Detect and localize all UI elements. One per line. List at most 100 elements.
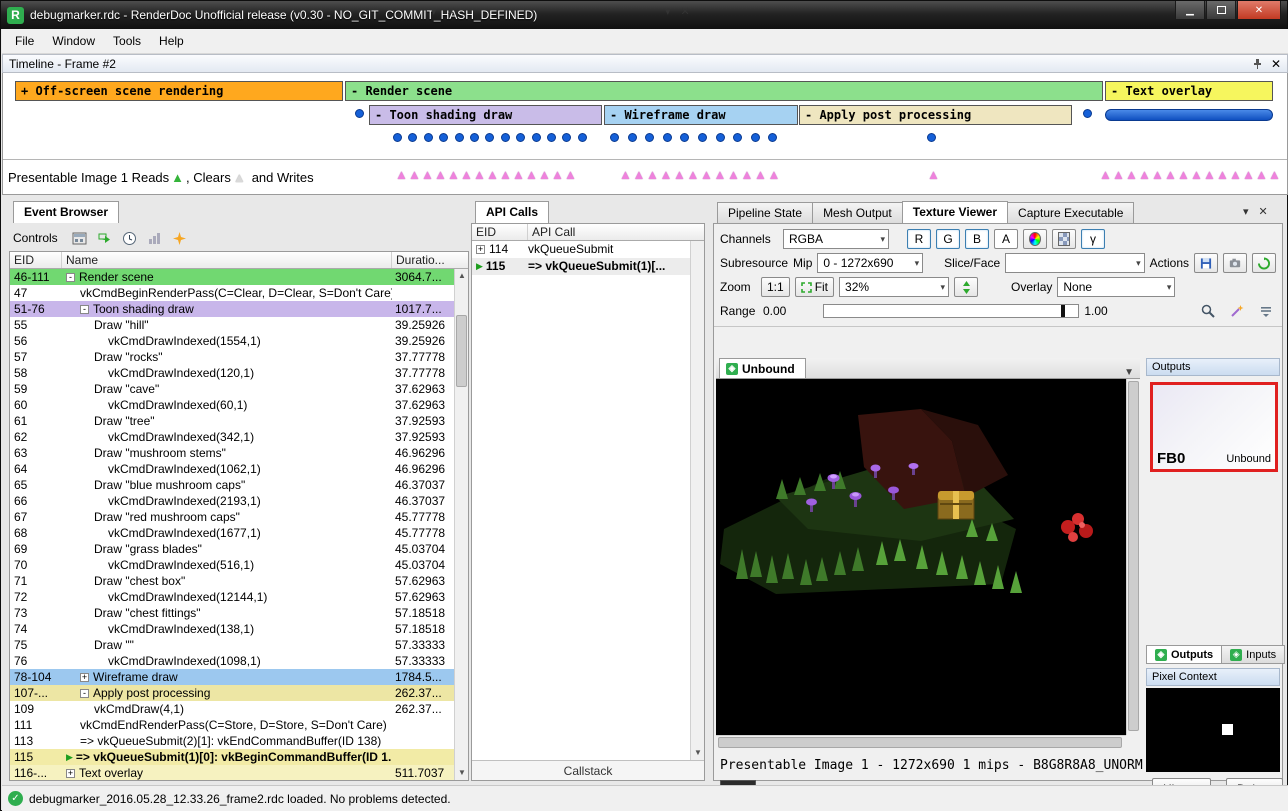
writes-triangle-icon[interactable]: ▲	[646, 168, 659, 181]
writes-triangle-icon[interactable]: ▲	[1190, 168, 1203, 181]
tab-outputs[interactable]: ◈ Outputs	[1146, 645, 1222, 664]
writes-triangle-icon[interactable]: ▲	[551, 168, 564, 181]
time-durations-icon[interactable]	[121, 229, 139, 247]
tree-expander-icon[interactable]: -	[66, 273, 75, 282]
event-row[interactable]: 113=> vkQueueSubmit(2)[1]: vkEndCommandB…	[10, 733, 454, 749]
event-row[interactable]: 78-104+Wireframe draw1784.5...	[10, 669, 454, 685]
tab-api-calls[interactable]: API Calls	[475, 201, 549, 223]
minimize-button[interactable]: ▁	[1175, 1, 1205, 20]
writes-triangle-icon[interactable]: ▲	[1242, 168, 1255, 181]
flip-y-button[interactable]	[954, 277, 978, 297]
goto-eid-icon[interactable]	[96, 229, 114, 247]
draw-event-dot[interactable]	[516, 133, 525, 142]
writes-triangle-icon[interactable]: ▲	[1255, 168, 1268, 181]
writes-triangle-icon[interactable]: ▲	[673, 168, 686, 181]
event-row[interactable]: 58vkCmdDrawIndexed(120,1)37.77778	[10, 365, 454, 381]
draw-event-dot[interactable]	[532, 133, 541, 142]
writes-triangle-icon[interactable]: ▲	[512, 168, 525, 181]
right-close-icon[interactable]: ✕	[1259, 205, 1268, 218]
writes-triangle-icon[interactable]: ▲	[447, 168, 460, 181]
api-call-row[interactable]: +114vkQueueSubmit	[472, 241, 704, 258]
refresh-button[interactable]	[1252, 253, 1276, 273]
timeline-close-icon[interactable]: ✕	[1271, 57, 1281, 71]
timeline-marker-bar[interactable]: - Wireframe draw	[604, 105, 798, 125]
capture-image-button[interactable]	[1223, 253, 1247, 273]
writes-triangle-icon[interactable]: ▲	[687, 168, 700, 181]
stats-icon[interactable]	[146, 229, 164, 247]
event-row[interactable]: 60vkCmdDrawIndexed(60,1)37.62963	[10, 397, 454, 413]
writes-triangle-icon[interactable]: ▲	[499, 168, 512, 181]
event-row[interactable]: 51-76-Toon shading draw1017.7...	[10, 301, 454, 317]
api-calls-close-icon[interactable]: ✕	[681, 5, 690, 18]
writes-triangle-icon[interactable]: ▲	[714, 168, 727, 181]
writes-triangle-icon[interactable]: ▲	[1216, 168, 1229, 181]
draw-event-dot[interactable]	[501, 133, 510, 142]
event-browser-vscrollbar[interactable]: ▲ ▼	[454, 269, 468, 780]
event-row[interactable]: 62vkCmdDrawIndexed(342,1)37.92593	[10, 429, 454, 445]
right-menu-icon[interactable]: ▾	[1243, 205, 1249, 218]
maximize-button[interactable]	[1206, 1, 1236, 20]
event-row[interactable]: 107-...-Apply post processing262.37...	[10, 685, 454, 701]
writes-triangle-icon[interactable]: ▲	[768, 168, 781, 181]
fb0-thumbnail[interactable]: FB0 Unbound	[1150, 382, 1278, 472]
overlay-combo[interactable]: None▾	[1057, 277, 1175, 297]
channel-g-button[interactable]: G	[936, 229, 960, 249]
pin-icon[interactable]	[1252, 58, 1263, 69]
tab-pipeline-state[interactable]: Pipeline State	[717, 202, 813, 223]
tab-event-browser[interactable]: Event Browser	[13, 201, 119, 223]
event-row[interactable]: 63Draw "mushroom stems"46.96296	[10, 445, 454, 461]
writes-triangle-icon[interactable]: ▲	[660, 168, 673, 181]
close-button[interactable]: ✕	[1237, 1, 1281, 20]
event-row[interactable]: 109vkCmdDraw(4,1)262.37...	[10, 701, 454, 717]
texture-vscrollbar[interactable]	[1126, 379, 1140, 735]
writes-triangle-icon[interactable]: ▲	[1151, 168, 1164, 181]
writes-triangle-icon[interactable]: ▲	[486, 168, 499, 181]
gamma-button[interactable]: γ	[1081, 229, 1105, 249]
writes-triangle-icon[interactable]: ▲	[421, 168, 434, 181]
event-row[interactable]: 68vkCmdDrawIndexed(1677,1)45.77778	[10, 525, 454, 541]
api-call-row[interactable]: ▶115=> vkQueueSubmit(1)[...	[472, 258, 704, 275]
channel-a-button[interactable]: A	[994, 229, 1018, 249]
zoom-fit-button[interactable]: Fit	[795, 277, 834, 297]
timeline-draw-pill[interactable]	[1105, 109, 1273, 121]
draw-event-dot[interactable]	[751, 133, 760, 142]
menu-help[interactable]: Help	[150, 30, 193, 52]
writes-triangle-icon[interactable]: ▲	[1177, 168, 1190, 181]
event-row[interactable]: 72vkCmdDrawIndexed(12144,1)57.62963	[10, 589, 454, 605]
writes-triangle-icon[interactable]: ▲	[1229, 168, 1242, 181]
event-row[interactable]: 75Draw ""57.33333	[10, 637, 454, 653]
tab-texture-viewer[interactable]: Texture Viewer	[902, 201, 1008, 223]
timeline-marker-bar[interactable]: - Render scene	[345, 81, 1103, 101]
draw-event-dot[interactable]	[1083, 109, 1092, 118]
menu-window[interactable]: Window	[43, 30, 104, 52]
draw-event-dot[interactable]	[768, 133, 777, 142]
api-calls-menu-icon[interactable]: ▾	[665, 5, 671, 18]
tab-capture-executable[interactable]: Capture Executable	[1007, 202, 1134, 223]
draw-event-dot[interactable]	[628, 133, 637, 142]
draw-event-dot[interactable]	[393, 133, 402, 142]
writes-triangle-icon[interactable]: ▲	[1268, 168, 1281, 181]
writes-triangle-icon[interactable]: ▲	[633, 168, 646, 181]
draw-event-dot[interactable]	[439, 133, 448, 142]
event-row[interactable]: 46-111-Render scene3064.7...	[10, 269, 454, 285]
range-options-button[interactable]	[1254, 301, 1278, 321]
event-row[interactable]: 70vkCmdDrawIndexed(516,1)45.03704	[10, 557, 454, 573]
pixel-context-view[interactable]	[1146, 688, 1280, 772]
event-row[interactable]: 57Draw "rocks"37.77778	[10, 349, 454, 365]
event-row[interactable]: 66vkCmdDrawIndexed(2193,1)46.37037	[10, 493, 454, 509]
writes-triangle-icon[interactable]: ▲	[473, 168, 486, 181]
tab-mesh-output[interactable]: Mesh Output	[812, 202, 903, 223]
event-row[interactable]: 59Draw "cave"37.62963	[10, 381, 454, 397]
tree-expander-icon[interactable]: -	[80, 305, 89, 314]
writes-triangle-icon[interactable]: ▲	[754, 168, 767, 181]
writes-triangle-icon[interactable]: ▲	[727, 168, 740, 181]
texture-image[interactable]	[716, 379, 1126, 735]
range-slider[interactable]	[823, 304, 1079, 318]
draw-event-dot[interactable]	[455, 133, 464, 142]
event-row[interactable]: 69Draw "grass blades"45.03704	[10, 541, 454, 557]
event-row[interactable]: 67Draw "red mushroom caps"45.77778	[10, 509, 454, 525]
draw-event-dot[interactable]	[578, 133, 587, 142]
writes-triangle-icon[interactable]: ▲	[538, 168, 551, 181]
event-row[interactable]: 111vkCmdEndRenderPass(C=Store, D=Store, …	[10, 717, 454, 733]
draw-event-dot[interactable]	[355, 109, 364, 118]
